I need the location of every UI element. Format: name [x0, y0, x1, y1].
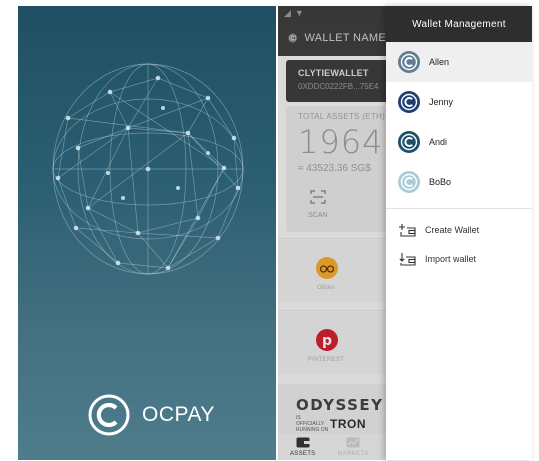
wallet-item-andi[interactable]: Andi	[386, 122, 532, 162]
wallet-avatar-icon	[398, 51, 420, 73]
wallet-name[interactable]: WALLET NAME	[304, 32, 386, 44]
scan-icon	[310, 190, 326, 204]
wallet-icon	[296, 437, 310, 448]
banner-title: ODYSSEY (OC	[296, 396, 386, 414]
wallet-avatar-icon	[398, 171, 420, 193]
wallet-management-drawer: Wallet Management Allen Jenny Andi BoBo …	[386, 6, 532, 460]
import-wallet-button[interactable]: Import wallet	[386, 244, 532, 273]
wallet-avatar-icon	[398, 91, 420, 113]
wallet-item-allen[interactable]: Allen	[386, 42, 532, 82]
banner-subtitle-small: IS OFFICIALLY RUNNING ON	[296, 415, 329, 433]
odyssey-banner[interactable]: ODYSSEY (OC IS OFFICIALLY RUNNING ON TRO…	[278, 384, 386, 434]
action-label: Create Wallet	[425, 224, 480, 235]
dapp-name: OBike	[317, 285, 335, 291]
wallet-list: Allen Jenny Andi BoBo	[386, 42, 532, 202]
banner-subtitle: TRON	[330, 417, 366, 431]
total-assets-label: TOTAL ASSETS (ETH)	[298, 112, 386, 121]
ocpay-logo-icon	[88, 394, 130, 436]
app-bar: WALLET NAME	[278, 20, 386, 56]
fiat-value: ≈ 43523.36 SG$	[298, 163, 371, 174]
tab-assets[interactable]: ASSETS	[290, 434, 315, 460]
drawer-header: Wallet Management	[386, 6, 532, 42]
chart-icon	[346, 437, 360, 448]
wallet-avatar-icon[interactable]	[288, 27, 298, 49]
total-assets-value: 19647	[298, 123, 386, 161]
pinterest-icon: p	[316, 329, 338, 351]
assets-card: TOTAL ASSETS (ETH) 19647 ≈ 43523.36 SG$ …	[286, 106, 386, 232]
tab-label: ASSETS	[290, 451, 316, 457]
splash-brand: OCPAY	[88, 394, 215, 436]
screen: OCPAY ◢ ▼ WALLET NAME CLYTIEWALLET 0XDDC…	[0, 0, 539, 461]
obike-icon	[316, 257, 338, 279]
drawer-title: Wallet Management	[412, 18, 506, 30]
dapp-pinterest[interactable]: p PINTEREST	[278, 310, 386, 374]
wallet-card-title: CLYTIEWALLET	[298, 68, 369, 78]
create-wallet-button[interactable]: Create Wallet	[386, 215, 532, 244]
wallet-item-name: Andi	[429, 137, 448, 147]
wallet-item-bobo[interactable]: BoBo	[386, 162, 532, 202]
wallet-item-jenny[interactable]: Jenny	[386, 82, 532, 122]
tab-markets[interactable]: MARKETS	[337, 434, 368, 460]
globe-network-illustration	[52, 63, 244, 275]
wallet-address: 0XDDC0222FB...75E4	[298, 82, 379, 91]
wallet-home-screen: ◢ ▼ WALLET NAME CLYTIEWALLET 0XDDC0222FB…	[278, 6, 386, 460]
brand-name: OCPAY	[142, 403, 215, 426]
dapp-name: PINTEREST	[307, 357, 345, 363]
wallet-avatar-icon	[398, 131, 420, 153]
wallet-card[interactable]: CLYTIEWALLET 0XDDC0222FB...75E4	[286, 60, 386, 102]
dapp-obike[interactable]: OBike	[278, 238, 386, 302]
scan-label: SCAN	[308, 212, 328, 219]
wallet-item-name: BoBo	[429, 177, 452, 187]
wifi-icon: ▼	[294, 7, 304, 18]
action-label: Import wallet	[425, 253, 477, 264]
splash-panel: OCPAY	[18, 6, 276, 460]
status-bar: ◢ ▼	[278, 6, 386, 20]
tab-label: MARKETS	[337, 451, 369, 457]
create-wallet-icon	[399, 223, 416, 237]
scan-button[interactable]: SCAN	[308, 190, 327, 219]
drawer-divider	[386, 208, 532, 209]
wallet-item-name: Jenny	[429, 97, 454, 107]
import-wallet-icon	[399, 252, 416, 266]
svg-text:p: p	[322, 333, 332, 349]
wallet-item-name: Allen	[429, 57, 450, 67]
bottom-tab-bar: ASSETS MARKETS	[278, 434, 386, 460]
signal-icon: ◢	[284, 7, 291, 18]
